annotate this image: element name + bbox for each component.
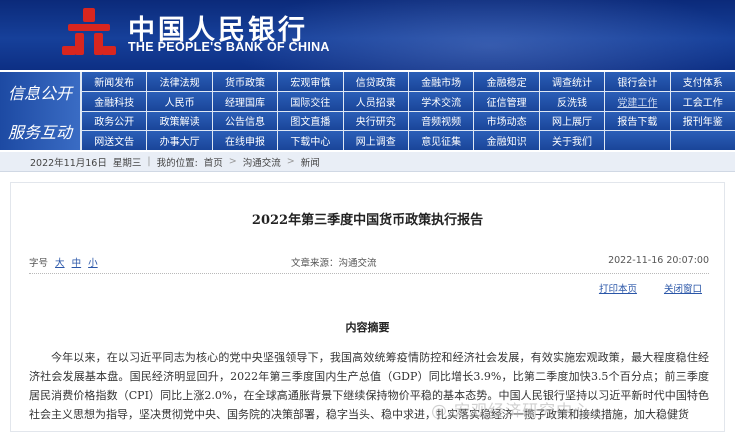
nav-item[interactable]: 金融稳定 (474, 72, 539, 91)
font-large-button[interactable]: 大 (55, 258, 65, 269)
nav-item[interactable]: 办事大厅 (147, 131, 212, 150)
breadcrumb-level2-link[interactable]: 新闻 (301, 155, 320, 169)
nav-item[interactable]: 工会工作 (670, 91, 735, 111)
breadcrumb-level1-link[interactable]: 沟通交流 (243, 155, 281, 169)
summary-heading: 内容摘要 (345, 321, 390, 334)
current-weekday: 星期三 (112, 157, 142, 169)
breadcrumb: 2022年11月16日 星期三 | 我的位置: 首页 > 沟通交流 > 新闻 (0, 152, 735, 172)
main-navigation: 信息公开 服务互动 新闻发布 法律法规 货币政策 宏观审慎 信贷政策 金融市场 … (0, 72, 735, 150)
print-page-link[interactable]: 打印本页 (599, 284, 637, 295)
nav-item[interactable]: 党建工作 (605, 91, 670, 111)
nav-item[interactable]: 音频视频 (409, 111, 474, 131)
article-source: 文章来源：沟通交流 (291, 258, 377, 269)
font-small-button[interactable]: 小 (88, 258, 98, 269)
meta-divider (29, 273, 709, 274)
nav-item[interactable]: 政策解读 (147, 111, 212, 131)
nav-item[interactable]: 央行研究 (343, 111, 408, 131)
nav-item[interactable]: 网上展厅 (539, 111, 605, 131)
nav-section-service-interaction: 服务互动 (0, 111, 80, 150)
nav-item[interactable]: 宏观审慎 (278, 72, 343, 91)
article-panel: 2022年第三季度中国货币政策执行报告 字号 大 中 小 文章来源：沟通交流 2… (10, 182, 725, 432)
close-window-link[interactable]: 关闭窗口 (664, 284, 702, 295)
nav-item[interactable]: 公告信息 (212, 111, 278, 131)
font-size-label: 字号 (29, 258, 49, 269)
nav-item[interactable]: 学术交流 (409, 91, 474, 111)
nav-item[interactable]: 图文直播 (278, 111, 343, 131)
breadcrumb-separator: > (286, 156, 295, 167)
nav-item[interactable]: 信贷政策 (343, 72, 408, 91)
nav-item[interactable]: 报刊年鉴 (670, 111, 735, 131)
article-title: 2022年第三季度中国货币政策执行报告 (251, 213, 484, 228)
nav-item[interactable]: 法律法规 (147, 72, 212, 91)
nav-item[interactable]: 关于我们 (539, 131, 605, 150)
nav-item[interactable]: 金融市场 (409, 72, 474, 91)
nav-item[interactable]: 报告下载 (605, 111, 670, 131)
nav-item[interactable]: 经理国库 (212, 91, 278, 111)
site-header: 中国人民银行 THE PEOPLE'S BANK OF CHINA (0, 0, 735, 70)
article-meta: 字号 大 中 小 文章来源：沟通交流 2022-11-16 20:07:00 (29, 255, 709, 271)
location-label: 我的位置: (156, 157, 198, 169)
breadcrumb-separator: | (147, 156, 151, 167)
nav-item[interactable]: 支付体系 (670, 72, 735, 91)
nav-item[interactable]: 在线申报 (212, 131, 278, 150)
nav-item-empty (605, 131, 670, 150)
logo-english-name: THE PEOPLE'S BANK OF CHINA (128, 40, 330, 54)
nav-item[interactable]: 金融科技 (82, 91, 147, 111)
article-tools: 打印本页 关闭窗口 (575, 281, 702, 295)
nav-item[interactable]: 调查统计 (539, 72, 605, 91)
article-body: 今年以来，在以习近平同志为核心的党中央坚强领导下，我国高效统筹疫情防控和经济社会… (29, 351, 709, 421)
pboc-emblem-icon[interactable] (62, 6, 116, 58)
nav-item[interactable]: 国际交往 (278, 91, 343, 111)
breadcrumb-home-link[interactable]: 首页 (204, 155, 223, 169)
nav-item[interactable]: 人员招录 (343, 91, 408, 111)
nav-section-info-disclosure: 信息公开 (0, 72, 80, 111)
breadcrumb-separator: > (228, 156, 237, 167)
nav-grid: 新闻发布 法律法规 货币政策 宏观审慎 信贷政策 金融市场 金融稳定 调查统计 … (82, 72, 735, 150)
nav-item[interactable]: 新闻发布 (82, 72, 147, 91)
nav-item[interactable]: 反洗钱 (539, 91, 605, 111)
current-date: 2022年11月16日 (30, 157, 107, 169)
article-datetime: 2022-11-16 20:07:00 (608, 255, 709, 266)
nav-item[interactable]: 意见征集 (409, 131, 474, 150)
nav-item[interactable]: 货币政策 (212, 72, 278, 91)
nav-item[interactable]: 金融知识 (474, 131, 539, 150)
font-medium-button[interactable]: 中 (72, 258, 82, 269)
nav-item[interactable]: 人民币 (147, 91, 212, 111)
nav-item[interactable]: 银行会计 (605, 72, 670, 91)
nav-item[interactable]: 政务公开 (82, 111, 147, 131)
font-size-controls: 字号 大 中 小 (29, 255, 98, 269)
nav-item[interactable]: 网送文告 (82, 131, 147, 150)
nav-item[interactable]: 下载中心 (278, 131, 343, 150)
nav-item[interactable]: 市场动态 (474, 111, 539, 131)
nav-item[interactable]: 网上调查 (343, 131, 408, 150)
nav-item-empty (670, 131, 735, 150)
nav-item[interactable]: 征信管理 (474, 91, 539, 111)
